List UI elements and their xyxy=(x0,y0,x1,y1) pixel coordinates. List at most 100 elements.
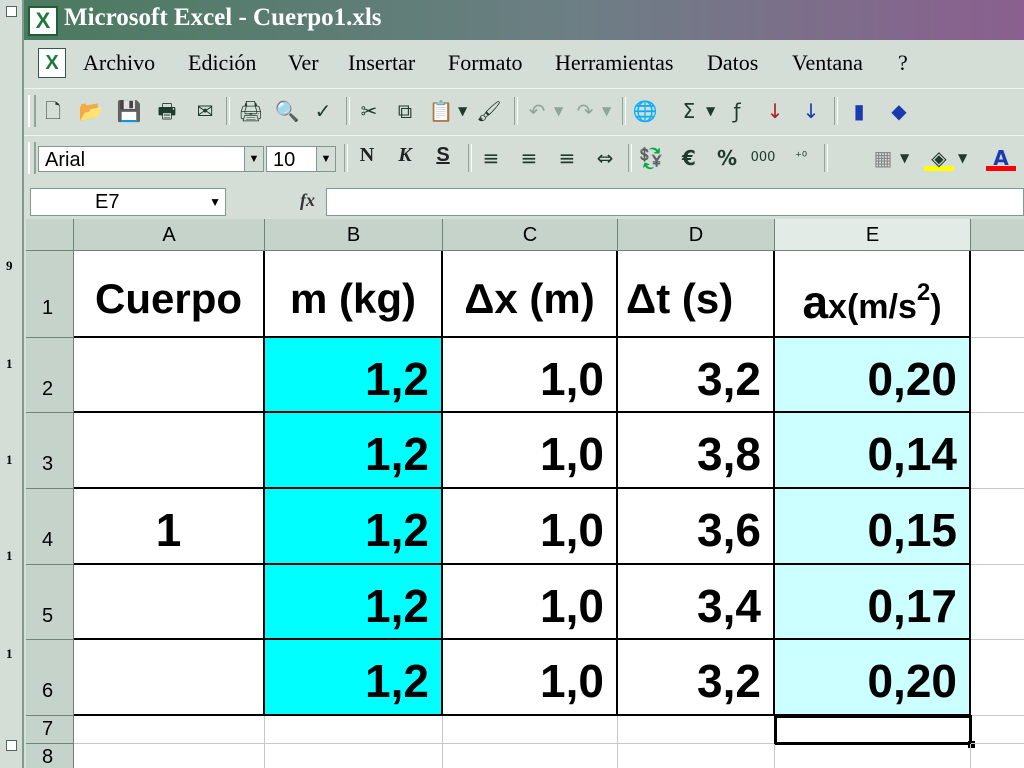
cell-f5[interactable] xyxy=(971,565,1024,640)
cell-b5[interactable]: 1,2 xyxy=(265,565,443,640)
formula-input[interactable] xyxy=(326,188,1024,216)
row-header-8[interactable]: 8 xyxy=(26,744,74,768)
active-cell-e7[interactable] xyxy=(774,715,972,745)
cell-f6[interactable] xyxy=(971,640,1024,716)
currency-icon[interactable]: 💱 xyxy=(636,144,666,172)
merge-center-icon[interactable]: ⇔ xyxy=(590,144,620,172)
cell-e3[interactable]: 0,14 xyxy=(775,413,971,489)
cell-b7[interactable] xyxy=(265,716,443,744)
row-header-6[interactable]: 6 xyxy=(26,640,74,716)
copy-icon[interactable]: ⧉ xyxy=(390,97,420,125)
cell-c6[interactable]: 1,0 xyxy=(443,640,618,716)
menu-datos[interactable]: Datos xyxy=(707,50,758,76)
font-name-dropdown[interactable]: Arial ▼ xyxy=(38,146,264,172)
toolbar-grip[interactable] xyxy=(28,142,36,174)
cell-c1[interactable]: Δx (m) xyxy=(443,251,618,338)
chevron-down-icon[interactable]: ▼ xyxy=(244,147,263,171)
thousands-separator-button[interactable]: 000 xyxy=(748,144,778,172)
cut-icon[interactable]: ✂ xyxy=(354,97,384,125)
cell-a5[interactable] xyxy=(74,565,265,640)
align-left-icon[interactable]: ≡ xyxy=(476,144,506,172)
insert-function-icon[interactable]: ƒ xyxy=(722,97,752,125)
row-header-5[interactable]: 5 xyxy=(26,565,74,640)
cell-d2[interactable]: 3,2 xyxy=(618,338,775,413)
euro-button[interactable]: € xyxy=(674,144,704,172)
borders-dropdown-icon[interactable]: ▼ xyxy=(900,144,909,172)
align-center-icon[interactable]: ≡ xyxy=(514,144,544,172)
drawing-icon[interactable]: ◆ xyxy=(884,97,914,125)
column-header-b[interactable]: B xyxy=(265,219,443,251)
cell-e5[interactable]: 0,17 xyxy=(775,565,971,640)
underline-button[interactable]: S xyxy=(428,144,458,172)
sort-descending-icon[interactable]: ↓ xyxy=(796,97,826,125)
cell-b2[interactable]: 1,2 xyxy=(265,338,443,413)
font-color-icon[interactable]: A xyxy=(986,144,1016,171)
cell-d3[interactable]: 3,8 xyxy=(618,413,775,489)
row-header-3[interactable]: 3 xyxy=(26,413,74,489)
cell-d8[interactable] xyxy=(618,744,775,768)
cell-a8[interactable] xyxy=(74,744,265,768)
cell-e4[interactable]: 0,15 xyxy=(775,489,971,565)
bold-button[interactable]: N xyxy=(352,144,382,172)
font-size-dropdown[interactable]: 10 ▼ xyxy=(266,146,336,172)
increase-decimal-icon[interactable]: ⁺⁰ xyxy=(786,144,816,172)
menu-help[interactable]: ? xyxy=(898,50,908,76)
email-icon[interactable]: ✉ xyxy=(190,97,220,125)
cell-a3[interactable] xyxy=(74,413,265,489)
menu-edicion[interactable]: Edición xyxy=(188,50,256,76)
open-folder-icon[interactable]: 📂 xyxy=(76,97,106,125)
save-icon[interactable]: 💾 xyxy=(114,97,144,125)
title-bar[interactable]: X Microsoft Excel - Cuerpo1.xls xyxy=(24,0,1024,40)
chevron-down-icon[interactable]: ▼ xyxy=(316,147,335,171)
cell-c8[interactable] xyxy=(443,744,618,768)
workbook-icon[interactable]: X xyxy=(38,48,66,78)
cell-e6[interactable]: 0,20 xyxy=(775,640,971,716)
cell-f3[interactable] xyxy=(971,413,1024,489)
column-header-c[interactable]: C xyxy=(443,219,618,251)
cell-c4[interactable]: 1,0 xyxy=(443,489,618,565)
cell-b1[interactable]: m (kg) xyxy=(265,251,443,338)
autosum-dropdown-icon[interactable]: ▼ xyxy=(706,97,715,125)
chart-wizard-icon[interactable]: ▮ xyxy=(844,97,874,125)
menu-insertar[interactable]: Insertar xyxy=(348,50,415,76)
paste-icon[interactable]: 📋 xyxy=(426,97,456,125)
permission-icon[interactable]: 🖶 xyxy=(152,97,182,125)
redo-icon[interactable]: ↷ xyxy=(570,97,600,125)
menu-formato[interactable]: Formato xyxy=(448,50,523,76)
toolbar-grip[interactable] xyxy=(28,95,36,127)
autosum-icon[interactable]: Σ xyxy=(674,97,704,125)
cell-e1[interactable]: ax(m/s2) xyxy=(775,251,971,338)
column-header-d[interactable]: D xyxy=(618,219,775,251)
cell-d7[interactable] xyxy=(618,716,775,744)
insert-function-button[interactable]: fx xyxy=(300,190,315,211)
cell-d4[interactable]: 3,6 xyxy=(618,489,775,565)
undo-icon[interactable]: ↶ xyxy=(522,97,552,125)
menu-herramientas[interactable]: Herramientas xyxy=(555,50,674,76)
cell-a2[interactable] xyxy=(74,338,265,413)
cell-f2[interactable] xyxy=(971,338,1024,413)
cell-b8[interactable] xyxy=(265,744,443,768)
cell-f1[interactable] xyxy=(971,251,1024,338)
cell-d1[interactable]: Δt (s) xyxy=(618,251,775,338)
cell-b3[interactable]: 1,2 xyxy=(265,413,443,489)
cell-f4[interactable] xyxy=(971,489,1024,565)
paste-dropdown-icon[interactable]: ▼ xyxy=(458,97,467,125)
row-header-1[interactable]: 1 xyxy=(26,251,74,338)
cell-c2[interactable]: 1,0 xyxy=(443,338,618,413)
sort-ascending-icon[interactable]: ↓ xyxy=(760,97,790,125)
cell-c5[interactable]: 1,0 xyxy=(443,565,618,640)
cell-a7[interactable] xyxy=(74,716,265,744)
align-right-icon[interactable]: ≡ xyxy=(552,144,582,172)
cell-a4[interactable]: 1 xyxy=(74,489,265,565)
new-document-icon[interactable]: 🗋 xyxy=(38,97,68,125)
redo-dropdown-icon[interactable]: ▼ xyxy=(602,97,611,125)
italic-button[interactable]: K xyxy=(390,144,420,172)
column-header-e[interactable]: E xyxy=(775,219,971,251)
cell-a1[interactable]: Cuerpo xyxy=(74,251,265,338)
cell-d6[interactable]: 3,2 xyxy=(618,640,775,716)
cell-f7[interactable] xyxy=(971,716,1024,744)
menu-ver[interactable]: Ver xyxy=(288,50,319,76)
print-icon[interactable]: 🖨 xyxy=(236,97,266,125)
excel-app-icon[interactable]: X xyxy=(28,6,58,36)
percent-button[interactable]: % xyxy=(712,144,742,172)
